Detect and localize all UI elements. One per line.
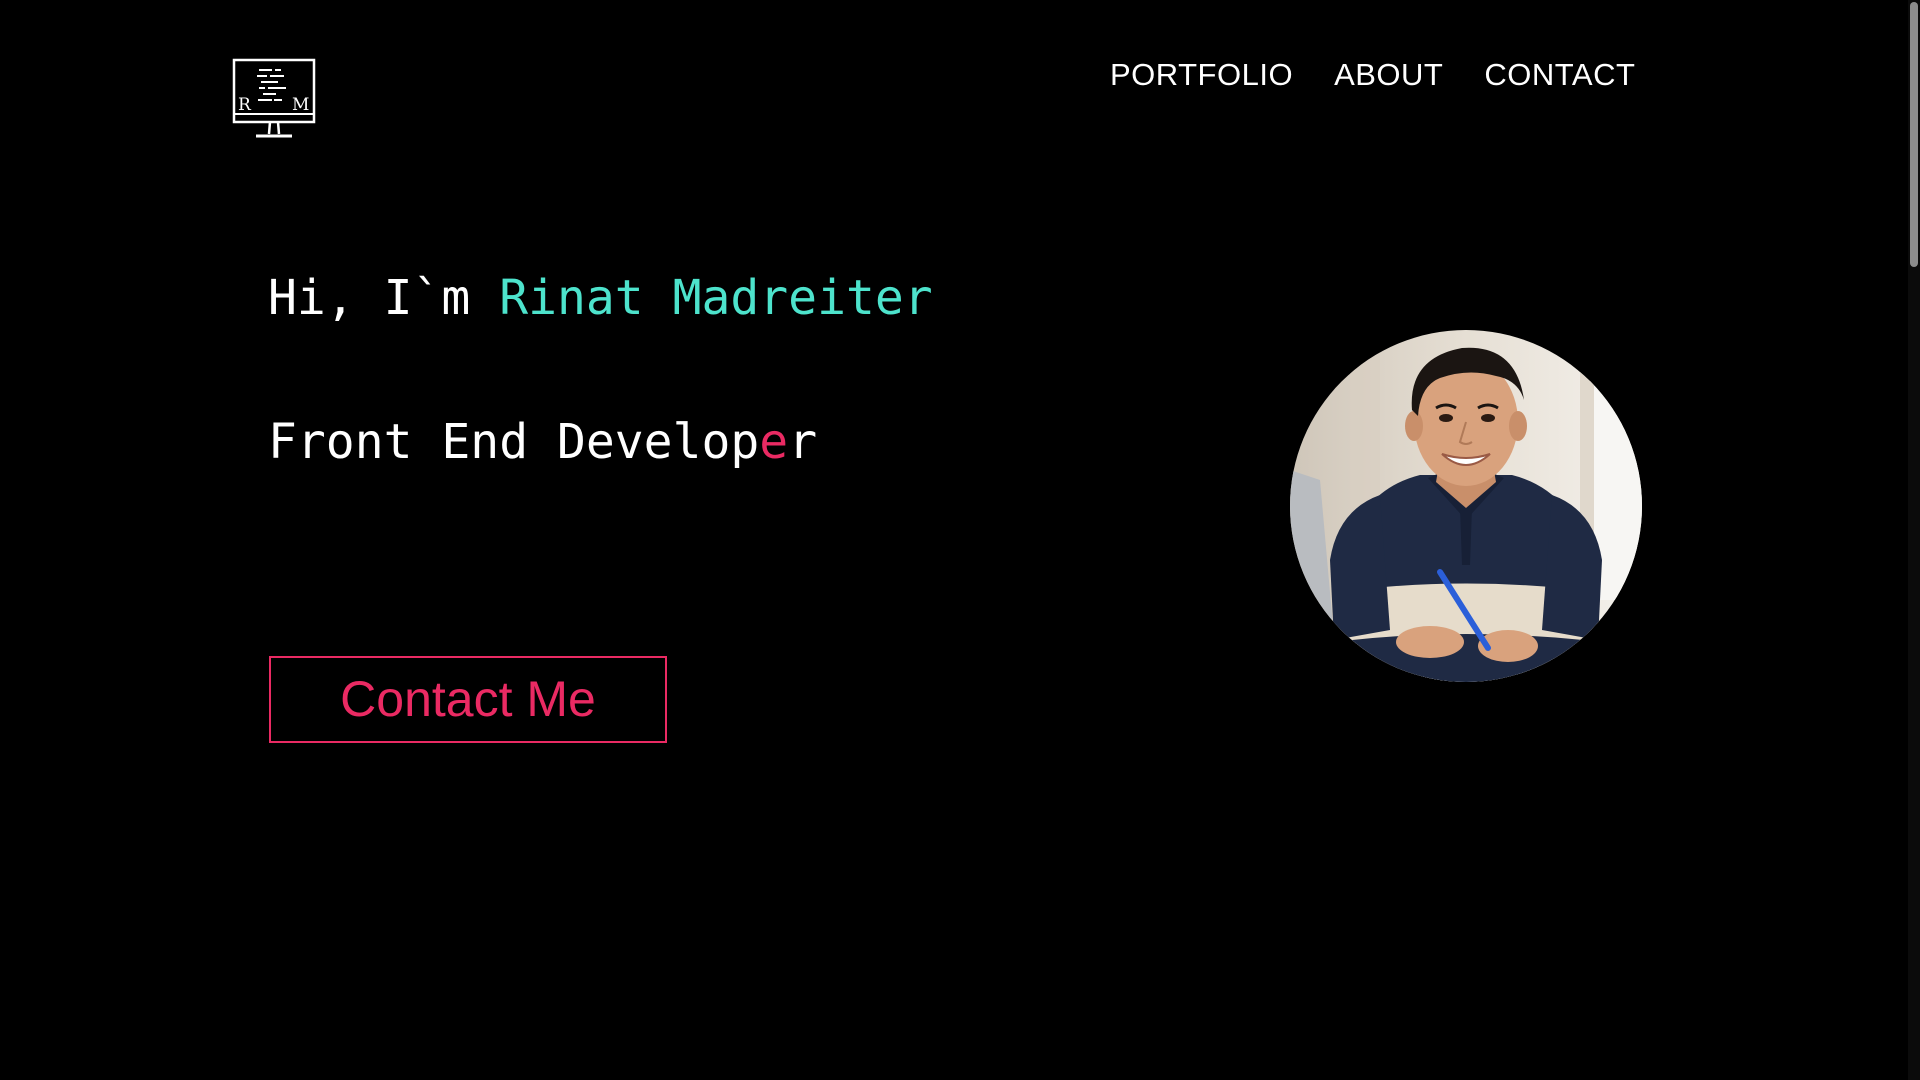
portrait-image xyxy=(1290,330,1642,682)
monitor-code-icon: R M xyxy=(232,58,316,138)
role-accent-letter: e xyxy=(759,414,789,470)
contact-me-button[interactable]: Contact Me xyxy=(269,656,667,743)
svg-text:M: M xyxy=(292,95,309,115)
nav-portfolio-link[interactable]: PORTFOLIO xyxy=(1110,56,1293,94)
hero-greeting: Hi, I`m Rinat Madreiter xyxy=(268,268,933,328)
scrollbar-thumb[interactable] xyxy=(1910,2,1918,267)
nav-contact-link[interactable]: CONTACT xyxy=(1484,56,1635,94)
role-suffix: r xyxy=(788,414,818,470)
site-logo[interactable]: R M xyxy=(232,58,316,142)
page: R M PORTFOLIO ABOUT CONTACT Hi, I`m Rina… xyxy=(0,0,1920,1080)
hero-role: Front End Developer xyxy=(268,412,817,472)
svg-text:R: R xyxy=(238,95,252,115)
role-prefix: Front End Develop xyxy=(268,414,760,470)
greeting-prefix: Hi, I`m xyxy=(268,270,500,326)
nav-about-link[interactable]: ABOUT xyxy=(1334,56,1443,94)
hero-name: Rinat Madreiter xyxy=(499,270,933,326)
main-nav: PORTFOLIO ABOUT CONTACT xyxy=(1110,56,1635,94)
profile-photo xyxy=(1290,330,1642,682)
page-scrollbar[interactable] xyxy=(1908,0,1920,1080)
